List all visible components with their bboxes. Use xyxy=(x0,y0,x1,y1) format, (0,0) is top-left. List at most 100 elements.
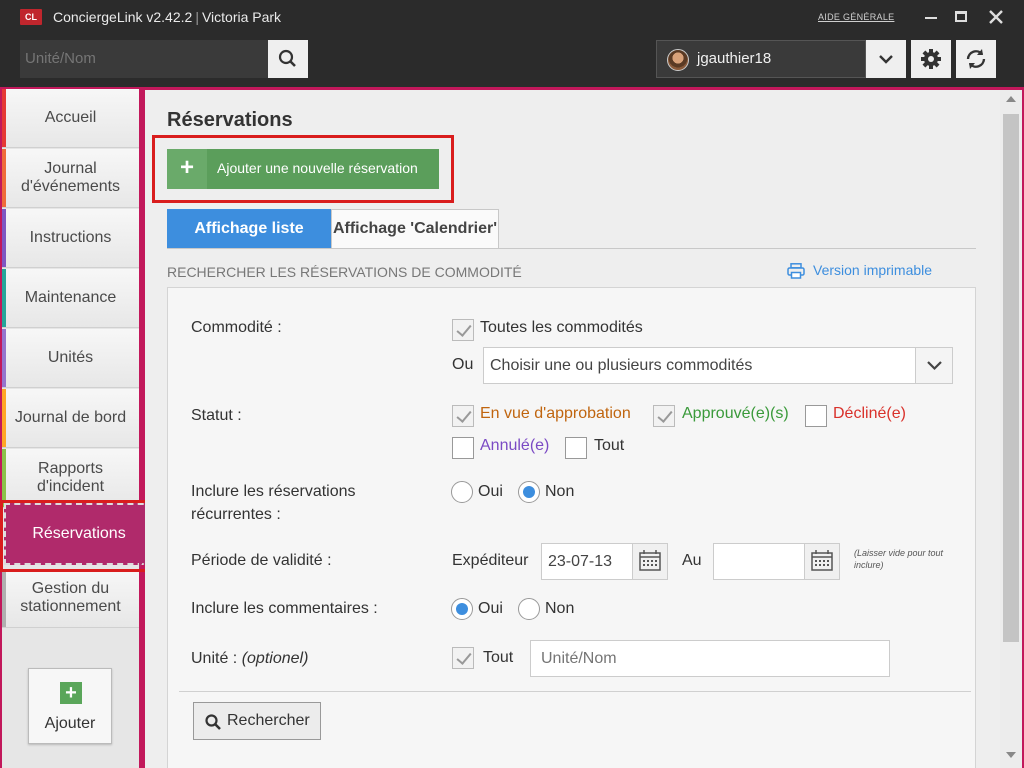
chevron-down-icon xyxy=(927,361,942,371)
status-cancelled-checkbox[interactable] xyxy=(452,437,474,459)
all-commodities-checkbox[interactable] xyxy=(452,319,474,341)
search-submit-button[interactable]: Rechercher xyxy=(193,702,321,740)
app-name: ConciergeLink v2.42.2 xyxy=(53,9,193,25)
period-hint-line2: inclure) xyxy=(854,560,884,570)
add-button-label: Ajouter xyxy=(44,715,96,732)
unit-label-text: Unité : xyxy=(191,650,238,667)
refresh-button[interactable] xyxy=(956,40,996,78)
printable-version-label: Version imprimable xyxy=(813,262,933,278)
sidebar-item-stripe xyxy=(2,209,6,267)
sidebar-item-label: Gestion du stationnement xyxy=(20,580,121,615)
close-icon xyxy=(989,10,1003,24)
status-label: Statut : xyxy=(191,407,242,424)
status-approved-label: Approuvé(e)(s) xyxy=(682,405,789,422)
refresh-icon xyxy=(966,49,986,69)
main-scrollbar[interactable] xyxy=(1000,90,1022,768)
unit-search-input[interactable] xyxy=(530,640,890,677)
status-declined-label: Décliné(e) xyxy=(833,405,906,422)
calendar-icon xyxy=(639,550,661,571)
status-declined-checkbox[interactable] xyxy=(805,405,827,427)
sidebar-item-label: Instructions xyxy=(29,229,112,246)
section-title: RECHERCHER LES RÉSERVATIONS DE COMMODITÉ xyxy=(167,264,522,280)
comments-label: Inclure les commentaires : xyxy=(191,600,378,617)
sidebar-item-unites[interactable]: Unités xyxy=(2,329,139,388)
maximize-button[interactable] xyxy=(950,6,972,28)
gear-icon xyxy=(921,49,941,69)
search-input[interactable] xyxy=(20,40,268,78)
sidebar-item-journal-evenements[interactable]: Journal d'événements xyxy=(2,149,139,208)
period-hint: (Laisser vide pour tout inclure) xyxy=(854,547,974,571)
scroll-up-arrow-icon[interactable] xyxy=(1006,96,1016,102)
sidebar-item-instructions[interactable]: Instructions xyxy=(2,209,139,268)
sidebar-item-stripe xyxy=(2,569,6,627)
header-bar: jgauthier18 xyxy=(0,34,1024,87)
tab-list-view[interactable]: Affichage liste xyxy=(167,209,331,249)
period-hint-line1: (Laisser vide pour tout xyxy=(854,548,944,558)
sidebar-item-gestion-stationnement[interactable]: Gestion du stationnement xyxy=(2,569,139,628)
sidebar-item-stripe xyxy=(2,449,6,507)
all-commodities-label: Toutes les commodités xyxy=(480,319,643,336)
from-label: Expéditeur xyxy=(452,552,529,569)
or-label: Ou xyxy=(452,356,474,373)
close-button[interactable] xyxy=(985,6,1007,28)
help-link[interactable]: AIDE GÉNÉRALE xyxy=(818,12,894,22)
minimize-button[interactable] xyxy=(920,6,942,28)
printable-version-link[interactable]: Version imprimable xyxy=(787,262,933,279)
chevron-down-icon xyxy=(879,55,893,64)
unit-all-label: Tout xyxy=(483,649,514,666)
commodity-label: Commodité : xyxy=(191,319,282,336)
search-form: Commodité : Toutes les commodités Ou Cho… xyxy=(167,287,976,768)
unit-label-optional: (optionel) xyxy=(241,650,309,667)
commodity-dropdown-button[interactable] xyxy=(915,348,952,383)
tab-calendar-view[interactable]: Affichage 'Calendrier' xyxy=(331,209,499,249)
user-dropdown-button[interactable] xyxy=(866,40,906,78)
to-label: Au xyxy=(682,552,702,569)
sidebar-item-label: Unités xyxy=(47,349,94,366)
username: jgauthier18 xyxy=(697,50,772,67)
sidebar: Accueil Journal d'événements Instruction… xyxy=(2,89,154,768)
sidebar-item-label: Accueil xyxy=(44,109,97,126)
add-button[interactable]: + Ajouter xyxy=(28,668,112,744)
search-button[interactable] xyxy=(268,40,308,78)
printer-icon xyxy=(787,263,805,279)
to-date-input[interactable] xyxy=(713,543,805,580)
location-name: Victoria Park xyxy=(201,9,282,25)
comments-no-radio[interactable] xyxy=(518,598,540,620)
maximize-icon xyxy=(955,11,967,22)
comments-yes-radio[interactable] xyxy=(451,598,473,620)
sidebar-item-journal-de-bord[interactable]: Journal de bord xyxy=(2,389,139,448)
add-reservation-button[interactable]: + Ajouter une nouvelle réservation xyxy=(167,149,439,189)
commodity-select[interactable]: Choisir une ou plusieurs commodités xyxy=(483,347,953,384)
sidebar-item-label: Rapports d'incident xyxy=(36,460,105,495)
sidebar-item-stripe xyxy=(2,89,6,147)
page-title: Réservations xyxy=(167,109,293,131)
unit-label: Unité : (optionel) xyxy=(191,650,308,668)
status-cancelled-label: Annulé(e) xyxy=(480,437,550,454)
sidebar-item-stripe xyxy=(2,329,6,387)
status-approved-checkbox[interactable] xyxy=(653,405,675,427)
comments-yes-label: Oui xyxy=(478,600,503,617)
sidebar-item-stripe xyxy=(2,269,6,327)
status-pending-checkbox[interactable] xyxy=(452,405,474,427)
plus-icon: + xyxy=(167,149,207,189)
recurring-label-line2: récurrentes : xyxy=(191,506,281,523)
app-logo: CL xyxy=(20,9,42,25)
unit-all-checkbox[interactable] xyxy=(452,647,474,669)
period-label: Période de validité : xyxy=(191,552,332,569)
scroll-down-arrow-icon[interactable] xyxy=(1006,752,1016,758)
status-all-checkbox[interactable] xyxy=(565,437,587,459)
sidebar-item-accueil[interactable]: Accueil xyxy=(2,89,139,148)
user-selector[interactable]: jgauthier18 xyxy=(656,40,866,78)
settings-button[interactable] xyxy=(911,40,951,78)
recurring-yes-radio[interactable] xyxy=(451,481,473,503)
title-separator: | xyxy=(195,9,199,25)
sidebar-item-label: Journal d'événements xyxy=(20,160,121,195)
sidebar-item-maintenance[interactable]: Maintenance xyxy=(2,269,139,328)
from-date-input[interactable]: 23-07-13 xyxy=(541,543,633,580)
to-date-picker-button[interactable] xyxy=(804,543,840,580)
recurring-yes-label: Oui xyxy=(478,483,503,500)
from-date-picker-button[interactable] xyxy=(632,543,668,580)
recurring-label-line1: Inclure les réservations xyxy=(191,483,356,500)
scroll-thumb[interactable] xyxy=(1003,114,1019,642)
recurring-no-radio[interactable] xyxy=(518,481,540,503)
